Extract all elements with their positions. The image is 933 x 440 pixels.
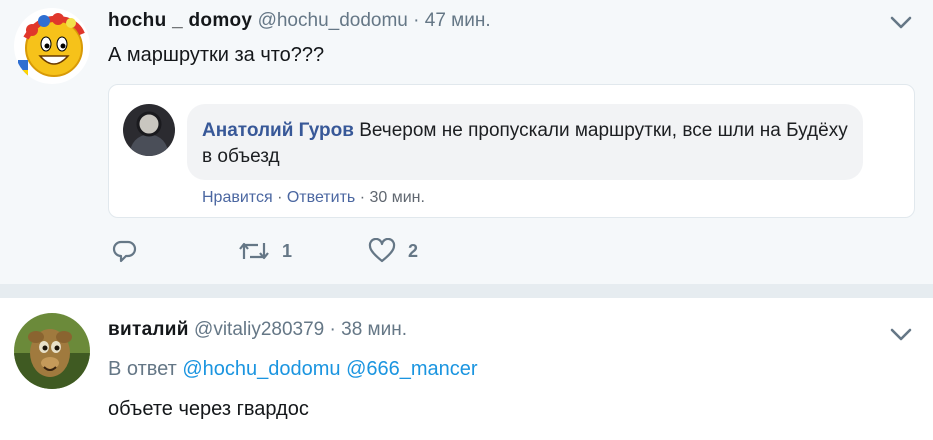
reply-link[interactable]: Ответить: [287, 189, 355, 206]
tweet-header: hochu _ domoy @hochu_dodomu · 47 мин.: [108, 10, 491, 32]
reply-icon[interactable]: [112, 238, 138, 264]
tweet-actions: 1 2: [112, 238, 612, 274]
mention-link[interactable]: @hochu_dodomu: [182, 358, 340, 380]
display-name[interactable]: hochu _ domoy: [108, 10, 252, 31]
tweet-text: объете через гвардос: [108, 398, 309, 420]
chevron-down-icon[interactable]: [890, 16, 912, 30]
retweet-action[interactable]: 1: [238, 238, 292, 264]
separator-dot: ·: [277, 189, 283, 206]
tweet-2: виталий @vitaliy280379 · 38 мин. В ответ…: [0, 298, 933, 440]
display-name[interactable]: виталий: [108, 319, 189, 340]
comment-bubble: Анатолий Гуров Вечером не пропускали мар…: [187, 104, 863, 180]
comment-actions: Нравится · Ответить · 30 мин.: [202, 189, 425, 207]
heart-icon[interactable]: [368, 238, 396, 264]
retweet-count: 1: [282, 240, 293, 261]
like-link[interactable]: Нравится: [202, 189, 273, 206]
separator-dot: ·: [413, 10, 420, 31]
comment-author[interactable]: Анатолий Гуров: [202, 120, 354, 141]
comment-text-block: Анатолий Гуров Вечером не пропускали мар…: [202, 118, 852, 170]
chevron-down-icon[interactable]: [890, 328, 912, 342]
user-handle[interactable]: @hochu_dodomu: [258, 10, 408, 31]
tweet-divider: [0, 284, 933, 298]
separator-dot: ·: [359, 189, 366, 206]
reply-context: В ответ @hochu_dodomu @666_mancer: [108, 358, 478, 381]
timestamp[interactable]: 38 мин.: [341, 319, 407, 340]
comment-time[interactable]: 30 мин.: [369, 189, 424, 206]
avatar[interactable]: [14, 8, 90, 84]
tweet-header: виталий @vitaliy280379 · 38 мин.: [108, 319, 407, 341]
avatar[interactable]: [14, 313, 90, 389]
reply-prefix: В ответ: [108, 358, 177, 380]
like-action[interactable]: 2: [368, 238, 418, 264]
comment-avatar[interactable]: [123, 104, 175, 156]
retweet-icon[interactable]: [238, 238, 270, 264]
timestamp[interactable]: 47 мин.: [425, 10, 491, 31]
reply-action[interactable]: [112, 238, 150, 264]
like-count: 2: [408, 240, 419, 261]
user-handle[interactable]: @vitaliy280379: [194, 319, 324, 340]
separator-dot: ·: [329, 319, 336, 340]
tweet-text: А маршрутки за что???: [108, 44, 325, 66]
tweet-1: hochu _ domoy @hochu_dodomu · 47 мин. А …: [0, 0, 933, 284]
mention-link[interactable]: @666_mancer: [346, 358, 477, 380]
embedded-comment-card[interactable]: Анатолий Гуров Вечером не пропускали мар…: [108, 84, 915, 218]
